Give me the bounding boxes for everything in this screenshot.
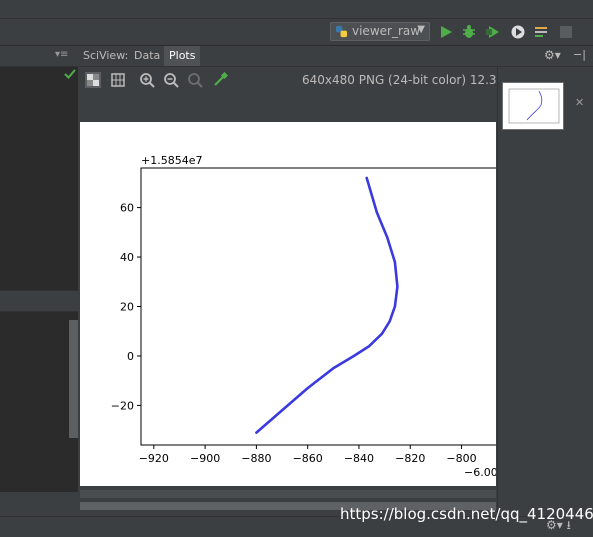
plot-image: −920 −900 −880 −860 −840 −820 −800 −20 0 20 40 60 +1… [80, 122, 501, 486]
run-configuration-dropdown[interactable]: viewer_raw ▼ [330, 22, 430, 41]
zoom-reset-icon[interactable] [187, 72, 203, 88]
axes-frame [140, 167, 501, 446]
coverage-icon[interactable] [485, 24, 501, 40]
chevron-down-icon: ▼ [417, 24, 425, 35]
sciview-title: SciView: [83, 49, 129, 62]
y-offset-text: +1.5854e7 [141, 154, 202, 167]
profile-icon[interactable] [510, 24, 526, 40]
main-toolbar [0, 19, 593, 46]
x-tick-label: −800 [446, 452, 476, 465]
y-tick-label: 20 [120, 301, 134, 314]
debug-icon[interactable] [461, 24, 477, 40]
panel-options-icon[interactable]: ▾≡ [55, 49, 68, 60]
color-picker-icon[interactable] [212, 72, 228, 88]
stop-icon[interactable] [558, 24, 574, 40]
vertical-scrollbar[interactable] [69, 320, 78, 438]
close-icon[interactable]: ✕ [575, 96, 584, 109]
run-configuration-label: viewer_raw [352, 24, 421, 38]
y-tick-label: 0 [127, 350, 134, 363]
x-tick-label: −920 [139, 452, 169, 465]
x-tick-label: −820 [395, 452, 425, 465]
tab-data[interactable]: Data [129, 46, 165, 66]
y-tick-label: −20 [111, 399, 134, 412]
y-tick-label: 40 [120, 251, 134, 264]
left-bottom-bar [0, 492, 78, 516]
title-strip [0, 0, 593, 19]
x-tick-label: −880 [241, 452, 271, 465]
project-panel [0, 46, 78, 516]
plot-thumbnails-panel [497, 67, 593, 516]
gear-icon[interactable]: ⚙▾ [544, 48, 561, 62]
grid-icon[interactable] [110, 72, 126, 88]
tasks-icon[interactable] [534, 24, 550, 40]
x-tick-label: −840 [344, 452, 374, 465]
x-tick-label: −900 [190, 452, 220, 465]
x-tick-label: −860 [293, 452, 323, 465]
watermark: https://blog.csdn.net/qq_41204464 [340, 505, 593, 523]
checkerboard-icon[interactable] [85, 72, 101, 88]
tab-plots[interactable]: Plots [164, 46, 201, 66]
run-icon[interactable] [438, 24, 454, 40]
panel-splitter[interactable] [0, 290, 78, 312]
hide-panel-icon[interactable]: −| [573, 48, 586, 61]
python-icon [335, 25, 348, 38]
image-info-text: 640x480 PNG (24-bit color) 12.37K [302, 73, 513, 87]
line-chart: −920 −900 −880 −860 −840 −820 −800 −20 0 20 40 60 +1… [111, 154, 501, 479]
sciview-tabbar: SciView: Data Plots ⚙▾ −| [79, 46, 593, 67]
thumbnail-chart [508, 88, 560, 124]
check-icon [64, 69, 76, 79]
x-offset-text: −6.00 [464, 466, 496, 479]
zoom-in-icon[interactable] [139, 72, 155, 88]
horizontal-scrollbar-track [80, 490, 496, 498]
data-line [255, 176, 399, 434]
project-panel-header: ▾≡ [0, 46, 78, 67]
plot-thumbnail[interactable] [502, 82, 564, 130]
zoom-out-icon[interactable] [163, 72, 179, 88]
y-tick-label: 60 [120, 202, 134, 215]
